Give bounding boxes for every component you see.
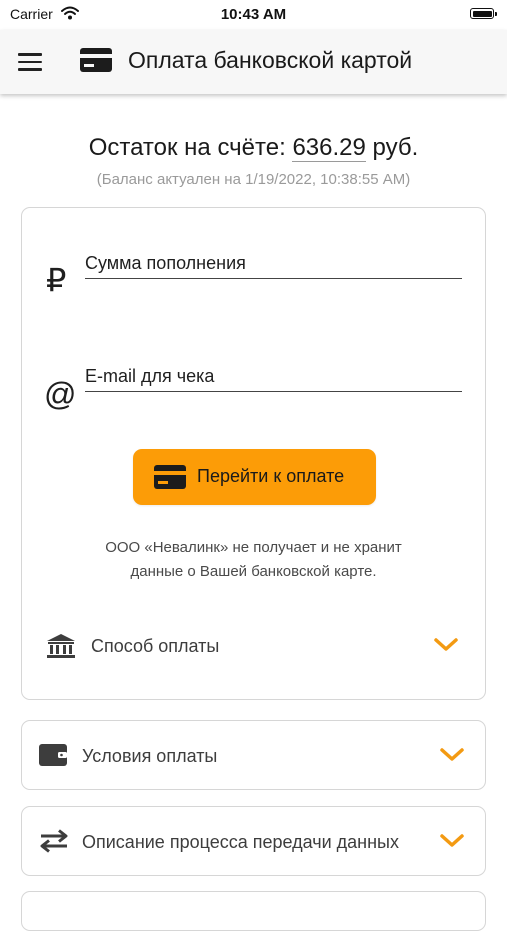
chevron-down-icon <box>440 834 464 847</box>
email-at-icon: @ <box>44 376 77 412</box>
credit-card-icon <box>154 465 186 489</box>
status-time: 10:43 AM <box>220 6 287 23</box>
payment-terms-accordion[interactable]: Условия оплаты <box>22 734 485 778</box>
balance-label: Остаток на счёте: <box>88 134 286 161</box>
disclaimer-line-1: ООО «Невалинк» не получает и не хранит <box>105 539 402 556</box>
balance-line: Остаток на счёте: 636.29 руб. <box>0 134 507 162</box>
payment-method-accordion[interactable]: Способ оплаты <box>22 624 485 668</box>
page-title: Оплата банковской картой <box>128 47 413 73</box>
battery-icon <box>470 8 497 19</box>
email-field <box>85 361 462 392</box>
ruble-icon: ₽ <box>46 262 67 298</box>
credit-card-icon <box>80 48 112 72</box>
exchange-arrows-icon <box>40 829 68 853</box>
status-bar: Carrier 10:43 AM <box>0 0 507 30</box>
chevron-down-icon <box>434 638 458 651</box>
balance-timestamp-note: (Баланс актуален на 1/19/2022, 10:38:55 … <box>96 171 411 188</box>
balance-amount: 636.29 <box>292 134 366 162</box>
payment-terms-label: Условия оплаты <box>82 746 218 766</box>
next-card-partial <box>21 891 486 931</box>
payment-form-card: ₽ @ Перейти к оплате ООО «Невалинк» не п… <box>21 207 486 700</box>
chevron-down-icon <box>440 748 464 761</box>
data-transfer-card: Описание процесса передачи данных <box>21 806 486 876</box>
app-header: Оплата банковской картой <box>0 30 507 94</box>
data-transfer-accordion[interactable]: Описание процесса передачи данных <box>22 820 485 864</box>
payment-terms-card: Условия оплаты <box>21 720 486 790</box>
disclaimer-line-2: данные о Вашей банковской карте. <box>130 563 377 580</box>
amount-input[interactable] <box>85 248 462 278</box>
amount-field <box>85 248 462 279</box>
hamburger-menu-icon[interactable] <box>18 50 42 74</box>
payment-method-label: Способ оплаты <box>91 636 220 656</box>
go-to-payment-button[interactable]: Перейти к оплате <box>133 449 376 505</box>
privacy-disclaimer: ООО «Невалинк» не получает и не хранит д… <box>22 536 485 584</box>
balance-currency: руб. <box>372 134 419 161</box>
wallet-icon <box>39 744 67 766</box>
email-input[interactable] <box>85 361 462 391</box>
go-to-payment-label: Перейти к оплате <box>197 466 345 486</box>
bank-icon <box>47 634 75 658</box>
data-transfer-label: Описание процесса передачи данных <box>82 832 399 852</box>
